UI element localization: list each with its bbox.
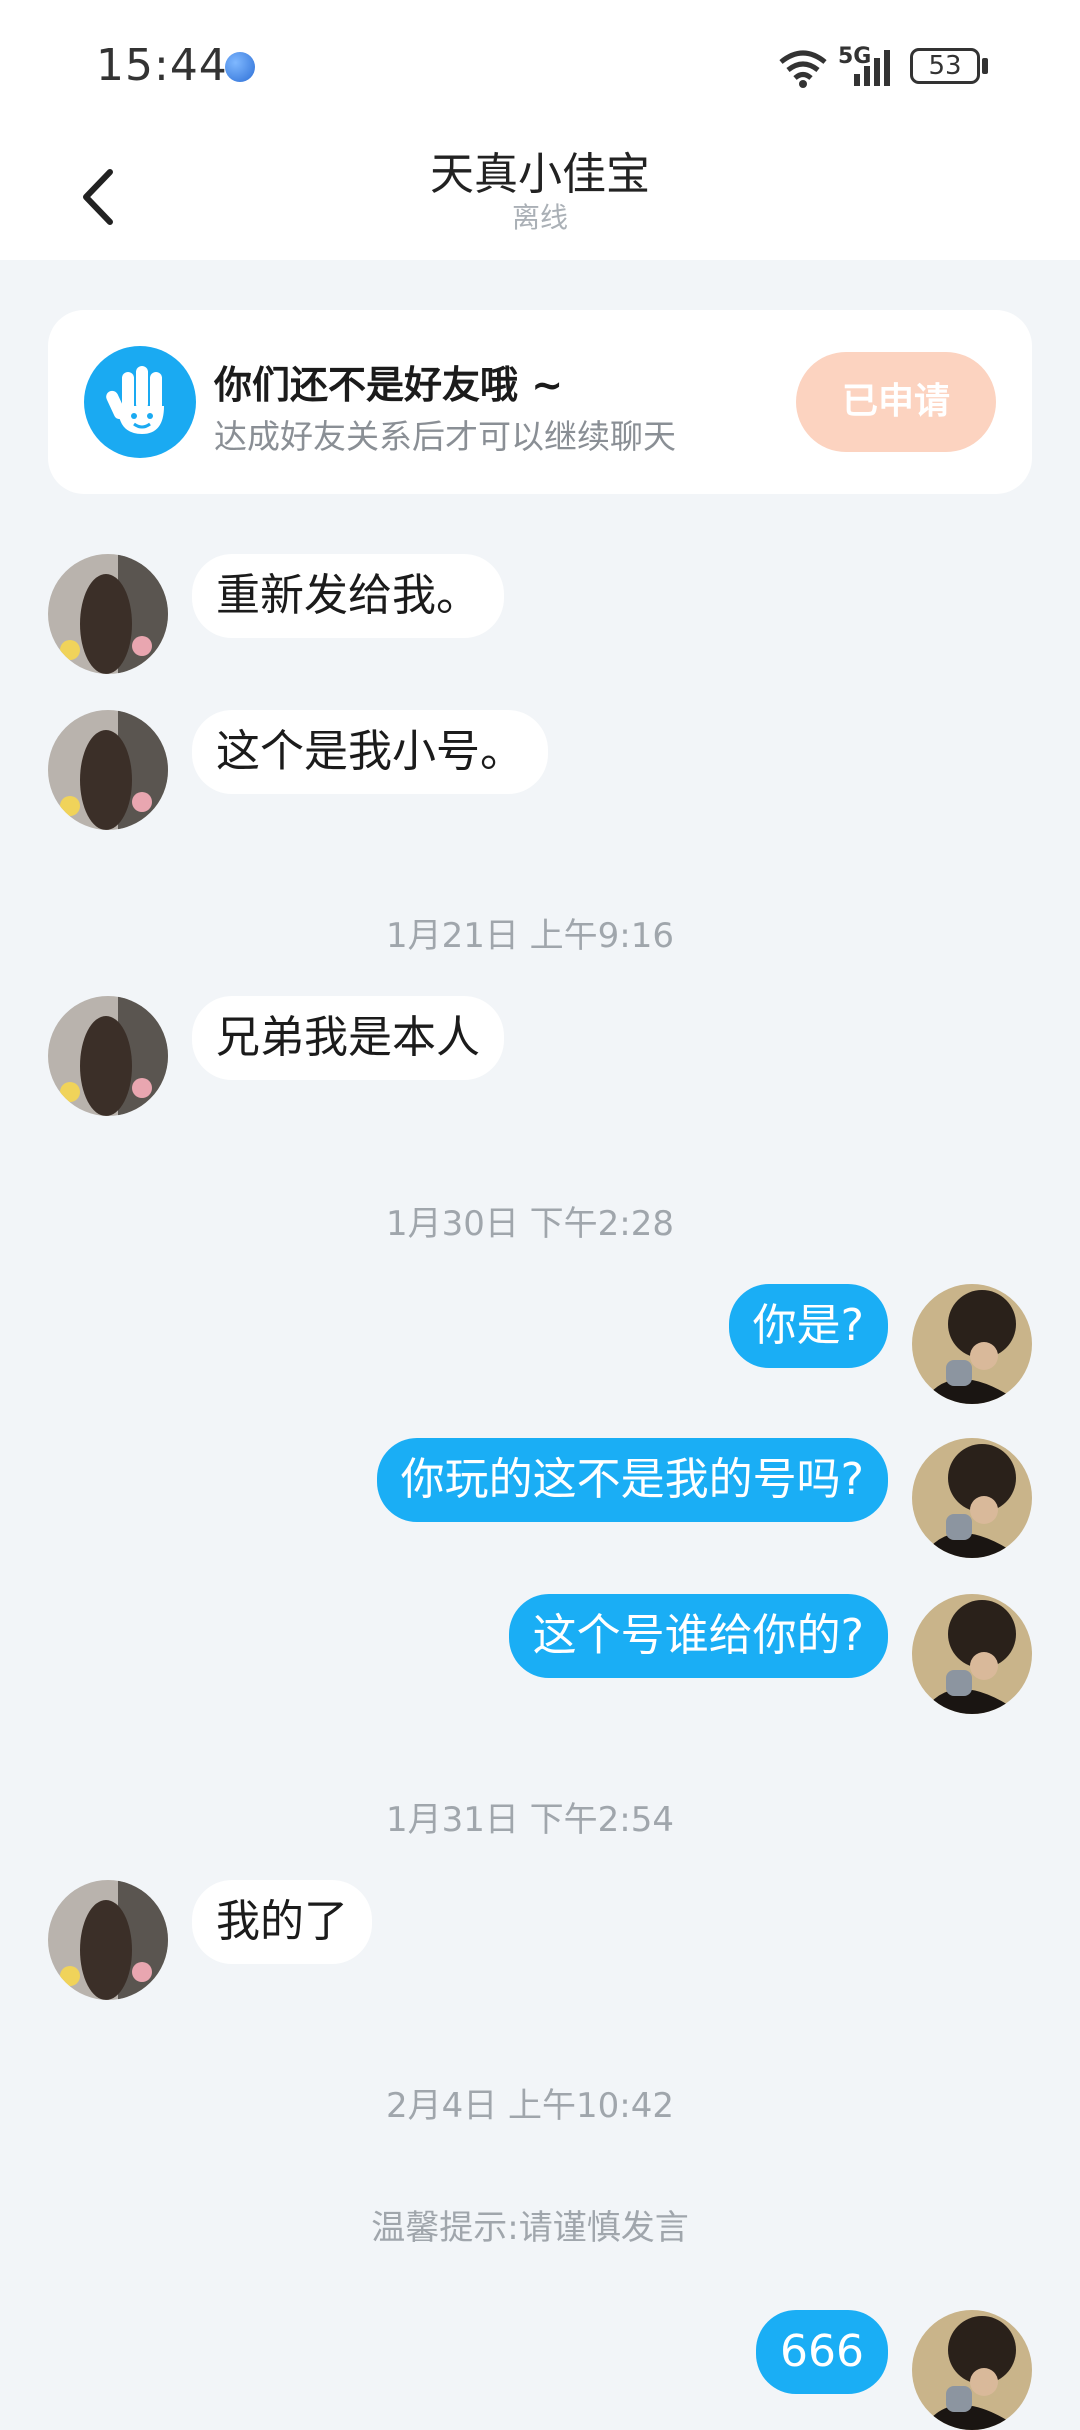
message-timestamp: 1月30日 下午2:28 xyxy=(385,1204,675,1244)
battery-indicator: 53 xyxy=(910,48,980,84)
status-bar: 15:44 5G 53 xyxy=(0,0,1080,120)
my-avatar[interactable] xyxy=(912,1284,1032,1404)
message-timestamp: 2月4日 上午10:42 xyxy=(385,2086,675,2126)
message-bubble-incoming[interactable]: 重新发给我。 xyxy=(192,554,504,638)
not-friends-notice: 你们还不是好友哦 ~ 达成好友关系后才可以继续聊天 已申请 xyxy=(48,310,1032,494)
message-timestamp: 1月31日 下午2:54 xyxy=(385,1800,675,1840)
my-avatar[interactable] xyxy=(912,2310,1032,2430)
contact-avatar[interactable] xyxy=(48,996,168,1116)
battery-level: 53 xyxy=(928,51,962,81)
my-avatar[interactable] xyxy=(912,1594,1032,1714)
my-avatar[interactable] xyxy=(912,1438,1032,1558)
notice-description: 达成好友关系后才可以继续聊天 xyxy=(214,417,676,456)
notice-title: 你们还不是好友哦 ~ xyxy=(214,363,564,407)
contact-name: 天真小佳宝 xyxy=(430,149,650,200)
message-bubble-incoming[interactable]: 兄弟我是本人 xyxy=(192,996,504,1080)
chat-header: 天真小佳宝 离线 xyxy=(0,120,1080,260)
contact-avatar[interactable] xyxy=(48,710,168,830)
signal-icon xyxy=(854,50,890,86)
browser-icon xyxy=(225,52,255,82)
message-timestamp: 1月21日 上午9:16 xyxy=(385,916,675,956)
status-time: 15:44 xyxy=(96,40,228,91)
wifi-icon xyxy=(779,50,827,88)
message-bubble-outgoing[interactable]: 666 xyxy=(756,2310,888,2394)
applied-button[interactable]: 已申请 xyxy=(796,352,996,452)
battery-tip xyxy=(982,58,988,74)
message-bubble-outgoing[interactable]: 这个号谁给你的? xyxy=(508,1594,888,1678)
contact-avatar[interactable] xyxy=(48,554,168,674)
message-bubble-outgoing[interactable]: 你玩的这不是我的号吗? xyxy=(376,1438,888,1522)
message-bubble-outgoing[interactable]: 你是? xyxy=(728,1284,888,1368)
contact-avatar[interactable] xyxy=(48,1880,168,2000)
contact-status: 离线 xyxy=(511,201,568,234)
hand-wave-icon xyxy=(84,346,196,458)
caution-tip: 温馨提示:请谨慎发言 xyxy=(371,2208,689,2248)
message-bubble-incoming[interactable]: 这个是我小号。 xyxy=(192,710,548,794)
message-bubble-incoming[interactable]: 我的了 xyxy=(192,1880,372,1964)
